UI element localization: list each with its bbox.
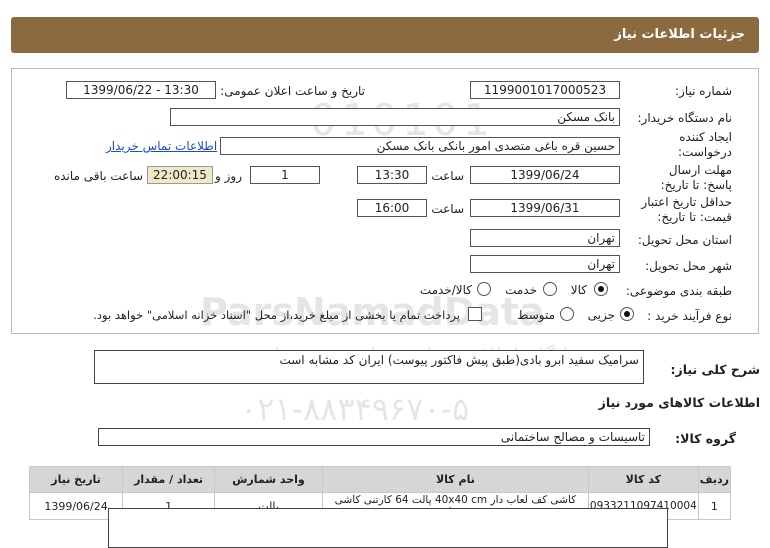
general-desc-label: شرح کلی نیاز: — [670, 362, 760, 377]
day-and-label: روز و — [215, 169, 242, 183]
requester-label: ایجاد کننده درخواست: — [637, 130, 732, 160]
announce-datetime-field: 1399/06/22 - 13:30 — [66, 81, 216, 99]
category-option-service: خدمت — [505, 283, 537, 297]
col-header-code: کد کالا — [587, 466, 699, 493]
validity-deadline-label: حداقل تاریخ اعتبار قیمت: تا تاریخ: — [637, 195, 732, 225]
page-title-bar: جزئیات اطلاعات نیاز — [11, 17, 759, 53]
goods-group-label: گروه کالا: — [675, 431, 736, 446]
validity-time-field: 16:00 — [357, 199, 427, 217]
page-title: جزئیات اطلاعات نیاز — [614, 27, 745, 42]
validity-deadline-label-text: حداقل تاریخ اعتبار قیمت: تا تاریخ: — [641, 195, 732, 224]
general-desc-box: سرامیک سفید ابرو بادی(طبق پیش فاکتور پیو… — [94, 350, 644, 384]
city-label: شهر محل تحویل: — [645, 259, 732, 273]
col-header-unit: واحد شمارش — [214, 466, 323, 493]
send-date-field: 1399/06/24 — [470, 166, 620, 184]
requester-field: حسین قره باغی متصدی امور بانکی بانک مسکن — [220, 137, 620, 155]
requester-label-text: ایجاد کننده درخواست: — [678, 130, 732, 159]
treasury-payment-note: پرداخت تمام یا بخشی از مبلغ خرید،از محل … — [93, 308, 460, 322]
buyer-contact-link[interactable]: اطلاعات تماس خریدار — [106, 139, 217, 153]
time-remaining-field: 22:00:15 — [147, 166, 213, 184]
category-radio-goods[interactable] — [594, 282, 608, 296]
send-deadline-label-text: مهلت ارسال پاسخ: تا تاریخ: — [660, 163, 732, 192]
category-option-goods-service: کالا/خدمت — [419, 283, 472, 297]
province-field: تهران — [470, 229, 620, 247]
category-radio-goods-service[interactable] — [477, 282, 491, 296]
process-radio-minor[interactable] — [620, 307, 634, 321]
attachments-box — [108, 508, 668, 548]
city-field: تهران — [470, 255, 620, 273]
goods-group-field: تاسیسات و مصالح ساختمانی — [98, 428, 650, 446]
announce-datetime-label: تاریخ و ساعت اعلان عمومی: — [220, 84, 365, 98]
watermark-phone: ۰۲۱-۸۸۳۴۹۶۷۰-۵ — [240, 390, 470, 428]
send-time-label: ساعت — [431, 169, 464, 183]
col-header-name: نام کالا — [321, 466, 589, 493]
process-option-minor: جزیی — [587, 308, 615, 322]
col-header-qty: تعداد / مقدار — [122, 466, 216, 493]
province-label: استان محل تحویل: — [637, 233, 732, 247]
remaining-suffix-label: ساعت باقی مانده — [53, 169, 143, 183]
process-radio-medium[interactable] — [560, 307, 574, 321]
process-type-label: نوع فرآیند خرید : — [647, 309, 732, 323]
category-radio-service[interactable] — [543, 282, 557, 296]
treasury-payment-checkbox[interactable] — [468, 307, 482, 321]
send-time-field: 13:30 — [357, 166, 427, 184]
category-label: طبقه بندی موضوعی: — [625, 284, 732, 298]
days-remaining-field: 1 — [250, 166, 320, 184]
col-header-row-num: ردیف — [697, 466, 732, 493]
need-number-field: 1199001017000523 — [470, 81, 620, 99]
process-option-medium: متوسط — [517, 308, 555, 322]
send-deadline-label: مهلت ارسال پاسخ: تا تاریخ: — [637, 163, 732, 193]
goods-info-title: اطلاعات کالاهای مورد نیاز — [598, 395, 760, 410]
table-header-row: ردیف کد کالا نام کالا واحد شمارش تعداد /… — [28, 466, 732, 493]
cell-row-num: 1 — [697, 492, 732, 520]
buyer-org-field: بانک مسکن — [170, 108, 620, 126]
col-header-date: تاریخ نیاز — [28, 466, 124, 493]
validity-date-field: 1399/06/31 — [470, 199, 620, 217]
validity-time-label: ساعت — [431, 202, 464, 216]
need-number-label: شماره نیاز: — [675, 84, 732, 98]
category-option-goods: کالا — [570, 283, 587, 297]
buyer-org-label: نام دستگاه خریدار: — [637, 111, 733, 125]
